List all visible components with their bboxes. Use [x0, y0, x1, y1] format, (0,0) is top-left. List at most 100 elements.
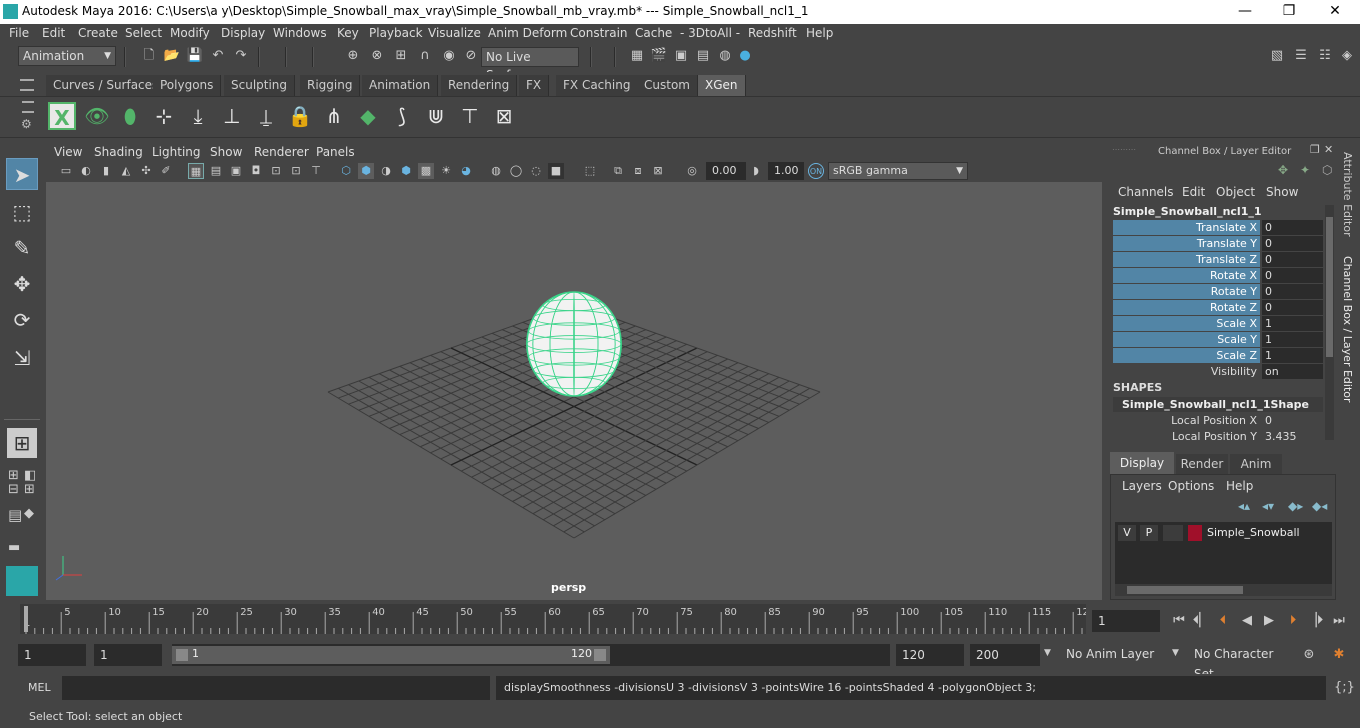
channel-row[interactable]: Local Position X 0: [1113, 413, 1323, 429]
speed-icon[interactable]: ✦: [1300, 163, 1310, 177]
exposure-icon[interactable]: ◎: [684, 163, 700, 179]
menu-visualize[interactable]: Visualize: [428, 26, 481, 40]
shadows-icon[interactable]: ☀: [438, 163, 454, 179]
step-back-key-icon[interactable]: ⏴: [1214, 612, 1232, 630]
xray-active-icon[interactable]: ⧈: [630, 163, 646, 179]
color-management-icon[interactable]: ON: [808, 163, 824, 179]
camera-select-icon[interactable]: ▭: [58, 163, 74, 179]
menu-anim-deform[interactable]: Anim Deform: [488, 26, 567, 40]
menu-help[interactable]: Help: [806, 26, 833, 40]
xray-icon[interactable]: ⬚: [582, 163, 598, 179]
channel-value[interactable]: 0: [1262, 252, 1323, 267]
viewport-menu-lighting[interactable]: Lighting: [152, 145, 201, 159]
cb-menu-object[interactable]: Object: [1216, 185, 1255, 199]
2d-pan-zoom-icon[interactable]: ✣: [138, 163, 154, 179]
tab-attribute-editor[interactable]: Attribute Editor: [1341, 152, 1354, 237]
command-language-label[interactable]: MEL: [28, 681, 51, 694]
snap-curve-icon[interactable]: ∩: [416, 47, 434, 65]
anim-layer-dropdown[interactable]: No Anim Layer: [1062, 644, 1162, 666]
render-sphere-icon[interactable]: ●: [736, 47, 754, 65]
channel-row[interactable]: Rotate Y0: [1113, 284, 1323, 300]
channel-value[interactable]: on: [1262, 364, 1323, 379]
redo-icon[interactable]: ↷: [232, 47, 250, 65]
menu-create[interactable]: Create: [78, 26, 118, 40]
attribute-editor-toggle-icon[interactable]: ◈: [1338, 47, 1356, 65]
channel-row[interactable]: Rotate X0: [1113, 268, 1323, 284]
cb-menu-edit[interactable]: Edit: [1182, 185, 1205, 199]
range-start-handle[interactable]: [176, 649, 188, 661]
menu-windows[interactable]: Windows: [273, 26, 327, 40]
tab-polygons[interactable]: Polygons: [153, 75, 222, 96]
preferences-icon[interactable]: ✱: [1330, 646, 1348, 664]
use-all-lights-icon[interactable]: ▩: [418, 163, 434, 179]
paint-select-tool-icon[interactable]: ✎: [6, 232, 38, 264]
gamma-icon[interactable]: ◗: [748, 163, 764, 179]
new-scene-icon[interactable]: 🗋: [140, 47, 158, 65]
rotate-tool-icon[interactable]: ⟳: [6, 304, 38, 336]
go-to-start-icon[interactable]: ⏮: [1170, 612, 1188, 630]
play-backwards-icon[interactable]: ◀: [1238, 612, 1256, 630]
viewport-menu-panels[interactable]: Panels: [316, 145, 355, 159]
channel-row[interactable]: Local Position Y 3.435: [1113, 429, 1323, 445]
tab-fx-caching[interactable]: FX Caching: [556, 75, 639, 96]
move-tool-icon[interactable]: ✥: [6, 268, 38, 300]
tab-rigging[interactable]: Rigging: [300, 75, 361, 96]
xgen-place-guides-icon[interactable]: ⤓: [184, 102, 212, 130]
layer-color-swatch[interactable]: [1188, 525, 1202, 541]
layer-tab-anim[interactable]: Anim: [1230, 454, 1282, 474]
gate-mask-icon[interactable]: ◘: [248, 163, 264, 179]
channel-value[interactable]: 1: [1262, 316, 1323, 331]
xgen-bend-icon[interactable]: ⟆: [388, 102, 416, 130]
camera-attributes-icon[interactable]: ◐: [78, 163, 94, 179]
menu-cache[interactable]: Cache: [635, 26, 672, 40]
viewport-persp[interactable]: persp: [46, 182, 1102, 600]
tab-xgen[interactable]: XGen: [698, 75, 746, 96]
ipr-render-icon[interactable]: ▣: [672, 47, 690, 65]
image-plane-icon[interactable]: ◭: [118, 163, 134, 179]
channel-scrollbar[interactable]: [1325, 205, 1334, 440]
layer-name[interactable]: Simple_Snowball: [1207, 526, 1300, 539]
tool-settings-toggle-icon[interactable]: ☷: [1316, 47, 1334, 65]
select-by-object-icon[interactable]: ⊗: [368, 47, 386, 65]
menu-playback[interactable]: Playback: [369, 26, 423, 40]
channel-value[interactable]: 0: [1262, 300, 1323, 315]
menu-edit[interactable]: Edit: [42, 26, 65, 40]
move-layer-up-icon[interactable]: ◂▴: [1238, 499, 1250, 513]
isolate-select-icon[interactable]: ■: [548, 163, 564, 179]
channel-value[interactable]: 1: [1262, 348, 1323, 363]
range-bar[interactable]: 1 120: [172, 644, 890, 666]
channel-value[interactable]: 0: [1262, 220, 1323, 235]
field-chart-icon[interactable]: ⊡: [268, 163, 284, 179]
range-handle-bar[interactable]: 1 120: [172, 646, 610, 664]
tab-curves-surfaces[interactable]: Curves / Surfaces: [46, 75, 167, 96]
play-forwards-icon[interactable]: ▶: [1260, 612, 1278, 630]
safe-action-icon[interactable]: ⊡: [288, 163, 304, 179]
select-tool-icon[interactable]: ➤: [6, 158, 38, 190]
xgen-guide-visibility-icon[interactable]: ⍊: [252, 102, 280, 130]
cb-menu-show[interactable]: Show: [1266, 185, 1298, 199]
current-frame-field[interactable]: 1: [1092, 610, 1160, 632]
layer-menu-help[interactable]: Help: [1226, 479, 1253, 493]
xgen-create-description-icon[interactable]: ⬮: [116, 102, 144, 130]
undo-icon[interactable]: ↶: [209, 47, 227, 65]
scrollbar-thumb[interactable]: [1326, 217, 1333, 357]
xgen-convert-icon[interactable]: ⊤: [456, 102, 484, 130]
menu-redshift[interactable]: Redshift: [748, 26, 797, 40]
bookmark-icon[interactable]: ▮: [98, 163, 114, 179]
smooth-shade-icon[interactable]: ⬢: [358, 163, 374, 179]
layer-playback-toggle[interactable]: P: [1140, 525, 1158, 541]
xgen-preview-icon[interactable]: 👁: [83, 102, 111, 130]
color-space-dropdown[interactable]: sRGB gamma ▼: [828, 162, 968, 180]
step-forward-frame-icon[interactable]: ▕⏵: [1306, 612, 1324, 630]
anti-aliasing-icon[interactable]: ◯: [508, 163, 524, 179]
xgen-groom-icon[interactable]: ◆: [354, 102, 382, 130]
scrollbar-thumb[interactable]: [1127, 586, 1243, 594]
shelf-menu-icon[interactable]: [20, 79, 34, 91]
playback-end-field[interactable]: 120: [896, 644, 964, 666]
four-view-layout-icon[interactable]: ⊞: [8, 468, 19, 483]
channel-box-toggle-icon[interactable]: ☰: [1292, 47, 1310, 65]
viewport-menu-renderer[interactable]: Renderer: [254, 145, 309, 159]
snap-grid-icon[interactable]: ⊞: [392, 47, 410, 65]
layout-two-panes-icon[interactable]: ⊟: [8, 482, 19, 497]
menu-3dtoall[interactable]: - 3DtoAll -: [680, 26, 740, 40]
